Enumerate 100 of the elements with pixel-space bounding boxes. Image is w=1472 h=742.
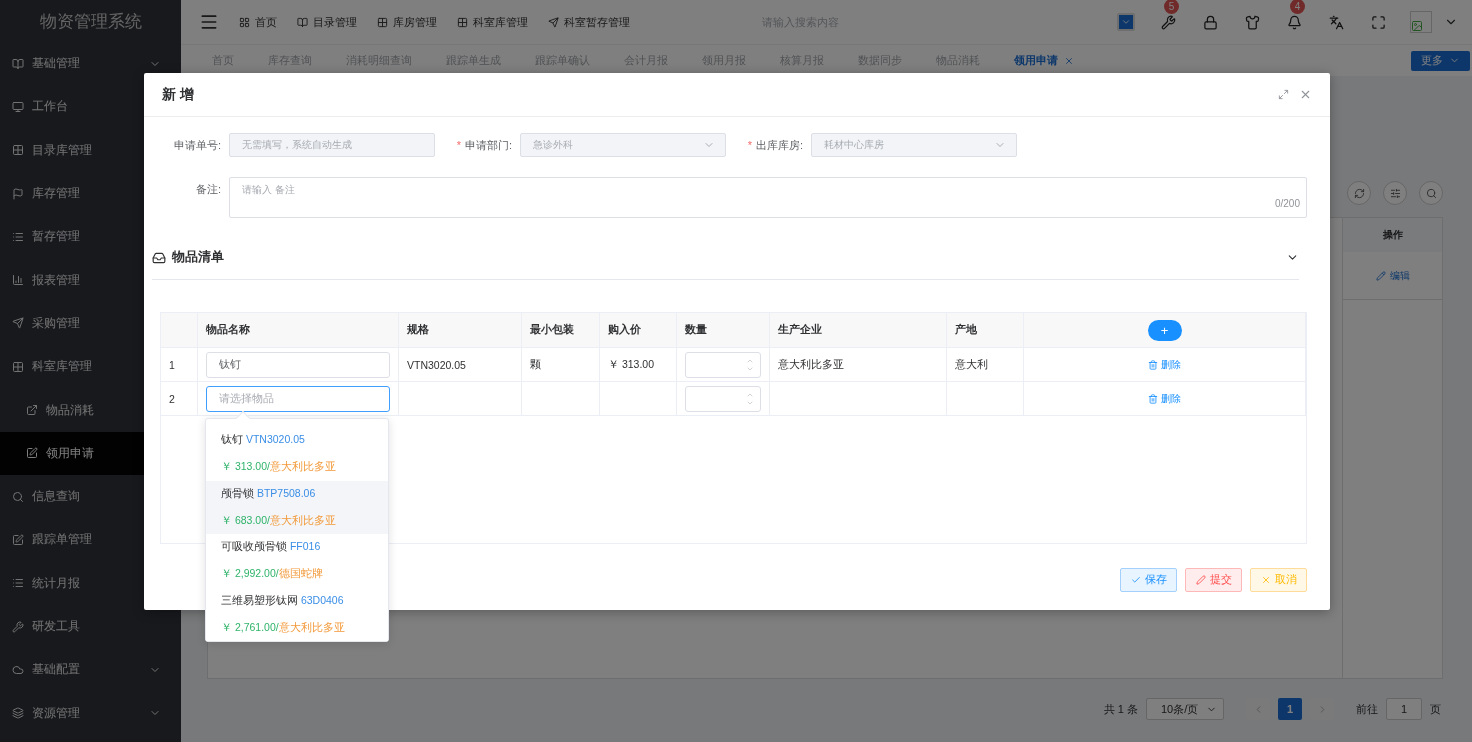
page-button[interactable]: 1 [1278,698,1302,720]
column-header: 生产企业 [770,313,947,347]
page-size-select[interactable]: 10条/页 [1146,698,1224,720]
sidebar-item[interactable]: 基础管理 [0,42,181,86]
book-icon [297,16,308,28]
search-icon [1425,187,1437,199]
bar-chart-icon [12,274,24,287]
grid-icon [12,360,24,373]
nav-link[interactable]: 科室暂存管理 [548,14,630,30]
select-field: 急诊外科 [520,133,726,157]
filter-button[interactable] [1383,181,1407,205]
pencil-icon [1375,270,1386,281]
character-counter: 0/200 [1274,198,1300,209]
row-index: 1 [161,348,198,381]
sidebar-item[interactable]: 统计月报 [0,561,181,605]
item-select-field[interactable]: 钛钉 [206,351,390,378]
dropdown-option[interactable]: 颅骨锁 BTP7508.06 ￥ 683.00/意大利比多亚 [206,480,388,534]
wrench-icon [12,620,24,633]
table-cell: 意大利 [947,348,1024,381]
remark-textarea[interactable]: 请输入 备注 0/200 [229,177,1307,218]
close-icon [1260,575,1271,585]
dropdown-option[interactable]: 三维易塑形钛网 63D0406 ￥ 2,761.00/意大利比多亚 [206,587,388,641]
quantity-input[interactable] [685,351,761,378]
page-input[interactable]: 1 [1386,698,1422,720]
refresh-icon [1353,187,1365,199]
search-icon [12,490,24,503]
add-row-button[interactable]: + [1147,319,1182,341]
table-cell: 意大利比多亚 [770,348,947,381]
row-index: 2 [161,382,198,415]
required-asterisk: * [747,139,752,151]
tab[interactable]: 领用申请 [997,53,1091,68]
fullscreen-icon[interactable] [1370,14,1386,30]
trash-icon [1148,393,1158,404]
layers-icon [12,707,24,720]
placeholder-text: 请输入 备注 [242,183,296,197]
dropdown-toggle[interactable] [1117,13,1135,31]
nav-link[interactable]: 科室库管理 [457,14,528,30]
item-select-field[interactable]: 请选择物品 [206,385,390,412]
lock-icon[interactable] [1202,14,1218,30]
send-icon [548,16,559,28]
send-icon [12,317,24,330]
sidebar-item[interactable]: 基础配置 [0,648,181,692]
list-icon [12,230,24,243]
field-label: 出库库房: [755,139,803,151]
monitor-icon [12,100,24,113]
sidebar-item[interactable]: 信息查询 [0,474,181,519]
more-button[interactable]: 更多 [1411,50,1470,71]
column-header: 规格 [399,313,522,347]
sidebar-item[interactable]: 研发工具 [0,604,181,649]
check-icon [1130,575,1141,585]
column-header: 产地 [947,313,1024,347]
sidebar-item[interactable]: 跟踪单管理 [0,518,181,562]
table-cell: 颗 [522,348,600,381]
column-header: 数量 [677,313,770,347]
edit-link[interactable]: 编辑 [1343,252,1442,300]
sidebar-item[interactable]: 采购管理 [0,301,181,346]
shirt-icon[interactable] [1244,14,1260,30]
save-button[interactable]: 保存 [1120,568,1177,592]
wrench-icon[interactable] [1160,14,1176,30]
image-icon [1411,20,1423,32]
notification-badge: 5 [1164,0,1179,14]
fullscreen-icon[interactable] [1278,89,1289,100]
grid-icon [457,16,468,28]
goto-label: 前往 [1356,701,1378,717]
delete-link[interactable]: 删除 [1148,357,1181,372]
quantity-input[interactable] [685,385,761,412]
list-icon [12,577,24,590]
column-header: 最小包装 [522,313,600,347]
field-label: 申请部门: [464,139,512,151]
column-header: 操作 [1343,218,1442,252]
sidebar-item[interactable]: 库存管理 [0,171,181,216]
refresh-button[interactable] [1347,181,1371,205]
required-asterisk: * [456,139,461,151]
field-label: 备注: [194,182,222,197]
nav-link[interactable]: 首页 [239,14,277,30]
grid-icon [377,16,388,28]
flag-icon [12,187,24,200]
delete-link[interactable]: 删除 [1148,391,1181,406]
edit-icon [12,533,24,546]
column-header: 物品名称 [198,313,399,347]
sidebar-item[interactable]: 资源管理 [0,691,181,735]
field-label: 申请单号: [173,139,221,151]
nav-link[interactable]: 目录管理 [297,14,357,30]
translate-icon[interactable] [1328,14,1344,30]
section-title: 物品清单 [172,249,225,266]
book-icon [12,57,24,70]
select-field: 耗材中心库房 [811,133,1017,157]
trash-icon [1148,359,1158,370]
menu-icon[interactable] [199,12,219,32]
nav-link[interactable]: 库房管理 [377,14,437,30]
close-icon[interactable] [1299,88,1312,101]
total-count: 共 1 条 [1103,701,1138,717]
dropdown-option[interactable]: 可吸收颅骨锁 FF016 ￥ 2,992.00/德国蛇牌 [206,534,388,588]
submit-button[interactable]: 提交 [1185,568,1242,592]
dropdown-option[interactable]: 钛钉 VTN3020.05 ￥ 313.00/意大利比多亚 [206,427,388,481]
edit-icon [26,447,38,460]
close-icon[interactable] [1064,55,1074,66]
bell-icon[interactable] [1286,14,1302,30]
search-button[interactable] [1419,181,1443,205]
grid-icon [12,144,24,157]
